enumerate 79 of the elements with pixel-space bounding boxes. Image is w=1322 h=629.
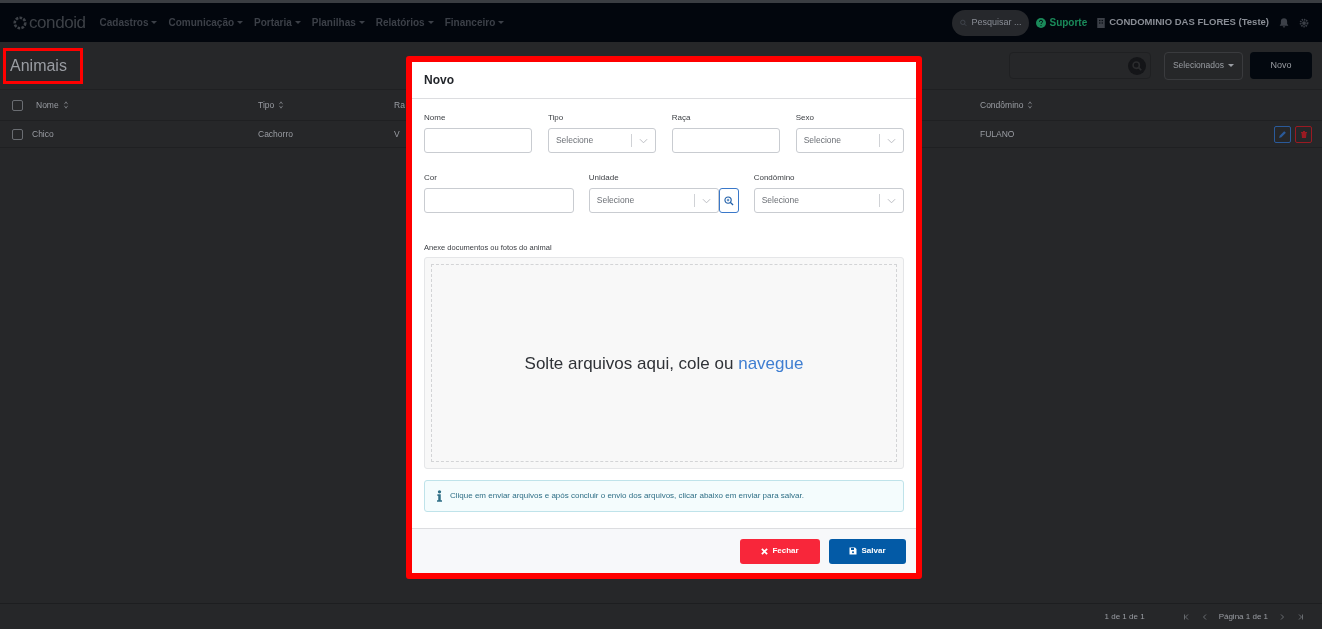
next-page-button[interactable] <box>1278 612 1286 621</box>
trash-icon <box>1299 129 1308 139</box>
input-field[interactable] <box>671 128 781 153</box>
table-cell: Chico <box>32 127 54 141</box>
field-label: Nome <box>424 112 447 124</box>
table-cell: V <box>394 127 400 141</box>
condominium-name: CONDOMINIO DAS FLORES (Teste) <box>1109 15 1269 30</box>
search-field[interactable]: Pesquisar ... <box>952 9 1030 36</box>
caret-icon <box>427 21 434 24</box>
first-page-icon <box>1182 612 1191 621</box>
select-field[interactable]: Selecione <box>795 128 904 153</box>
browse-link[interactable]: navegue <box>738 353 804 373</box>
pencil-icon <box>1278 129 1287 139</box>
column-header[interactable]: Tipo <box>258 98 275 112</box>
caret-icon <box>151 21 158 24</box>
input-field[interactable] <box>424 128 533 153</box>
chevron-left-icon <box>1200 612 1209 621</box>
settings-icon <box>1299 17 1309 28</box>
column-header[interactable]: Nome <box>36 98 59 112</box>
info-text: Clique em enviar arquivos e após concluir o envio dos arquivos, clicar abaixo em enviar para salvar. <box>450 490 804 503</box>
select-field[interactable]: Selecione <box>547 128 657 153</box>
info-icon <box>437 490 442 503</box>
field-label: Raça <box>671 112 692 124</box>
caret-icon <box>294 21 301 24</box>
notifications-button[interactable] <box>1279 17 1289 28</box>
field-label: Unidade <box>588 172 620 184</box>
modal-title: Novo <box>424 72 454 89</box>
record-count: 1 de 1 de 1 <box>1104 610 1145 623</box>
new-button[interactable]: Novo <box>1250 52 1312 79</box>
save-button[interactable]: Salvar <box>829 538 906 564</box>
selected-dropdown[interactable]: Selecionados <box>1163 51 1243 80</box>
close-icon <box>761 547 769 555</box>
caret-icon <box>358 21 365 24</box>
drop-zone[interactable]: Solte arquivos aqui, cole ou navegue <box>424 257 904 470</box>
select-field[interactable]: Selecione <box>753 188 904 213</box>
chevron-down-icon <box>887 197 896 204</box>
lookup-button[interactable] <box>719 188 740 213</box>
bell-icon <box>1279 17 1289 28</box>
search-field[interactable] <box>1008 52 1151 79</box>
help-icon <box>1036 17 1047 28</box>
chevron-down-icon <box>702 197 712 204</box>
chevron-down-icon <box>639 137 649 144</box>
zoom-in-icon <box>724 195 735 206</box>
caret-icon <box>1228 64 1234 67</box>
support-link[interactable]: Suporte <box>1036 15 1088 30</box>
edit-button[interactable] <box>1274 125 1291 143</box>
last-page-icon <box>1296 612 1304 621</box>
first-page-button[interactable] <box>1182 612 1191 621</box>
field-label: Sexo <box>795 112 815 124</box>
input-field[interactable] <box>424 188 575 213</box>
sort-icon <box>1027 101 1034 109</box>
page-title: Animais <box>10 55 67 76</box>
logo-text: condoid <box>29 11 86 34</box>
chevron-down-icon <box>887 137 896 144</box>
table-cell: FULANO <box>980 127 1015 141</box>
caret-icon <box>498 21 505 24</box>
checkbox[interactable] <box>12 128 23 140</box>
last-page-button[interactable] <box>1296 612 1304 621</box>
caret-icon <box>237 21 244 24</box>
previous-page-button[interactable] <box>1200 612 1209 621</box>
column-header[interactable]: Ra <box>394 98 405 112</box>
chevron-right-icon <box>1278 612 1286 621</box>
column-header[interactable]: Condômino <box>980 98 1024 112</box>
close-button[interactable]: Fechar <box>740 538 820 564</box>
field-label: Cor <box>424 172 438 184</box>
building-icon <box>1097 17 1106 28</box>
page-indicator: Página 1 de 1 <box>1218 610 1268 623</box>
search-icon <box>1127 56 1146 75</box>
select-field[interactable]: Selecione <box>588 188 720 213</box>
logo-icon <box>13 15 27 30</box>
field-label: Tipo <box>547 112 565 124</box>
sort-icon <box>62 101 69 109</box>
drop-zone-text: Solte arquivos aqui, cole ou navegue <box>524 352 804 375</box>
sort-icon <box>278 101 285 109</box>
table-cell: Cachorro <box>258 127 293 141</box>
field-label: Condômino <box>753 172 796 184</box>
delete-button[interactable] <box>1295 125 1312 143</box>
settings-button[interactable] <box>1299 17 1309 28</box>
checkbox[interactable] <box>12 99 23 111</box>
